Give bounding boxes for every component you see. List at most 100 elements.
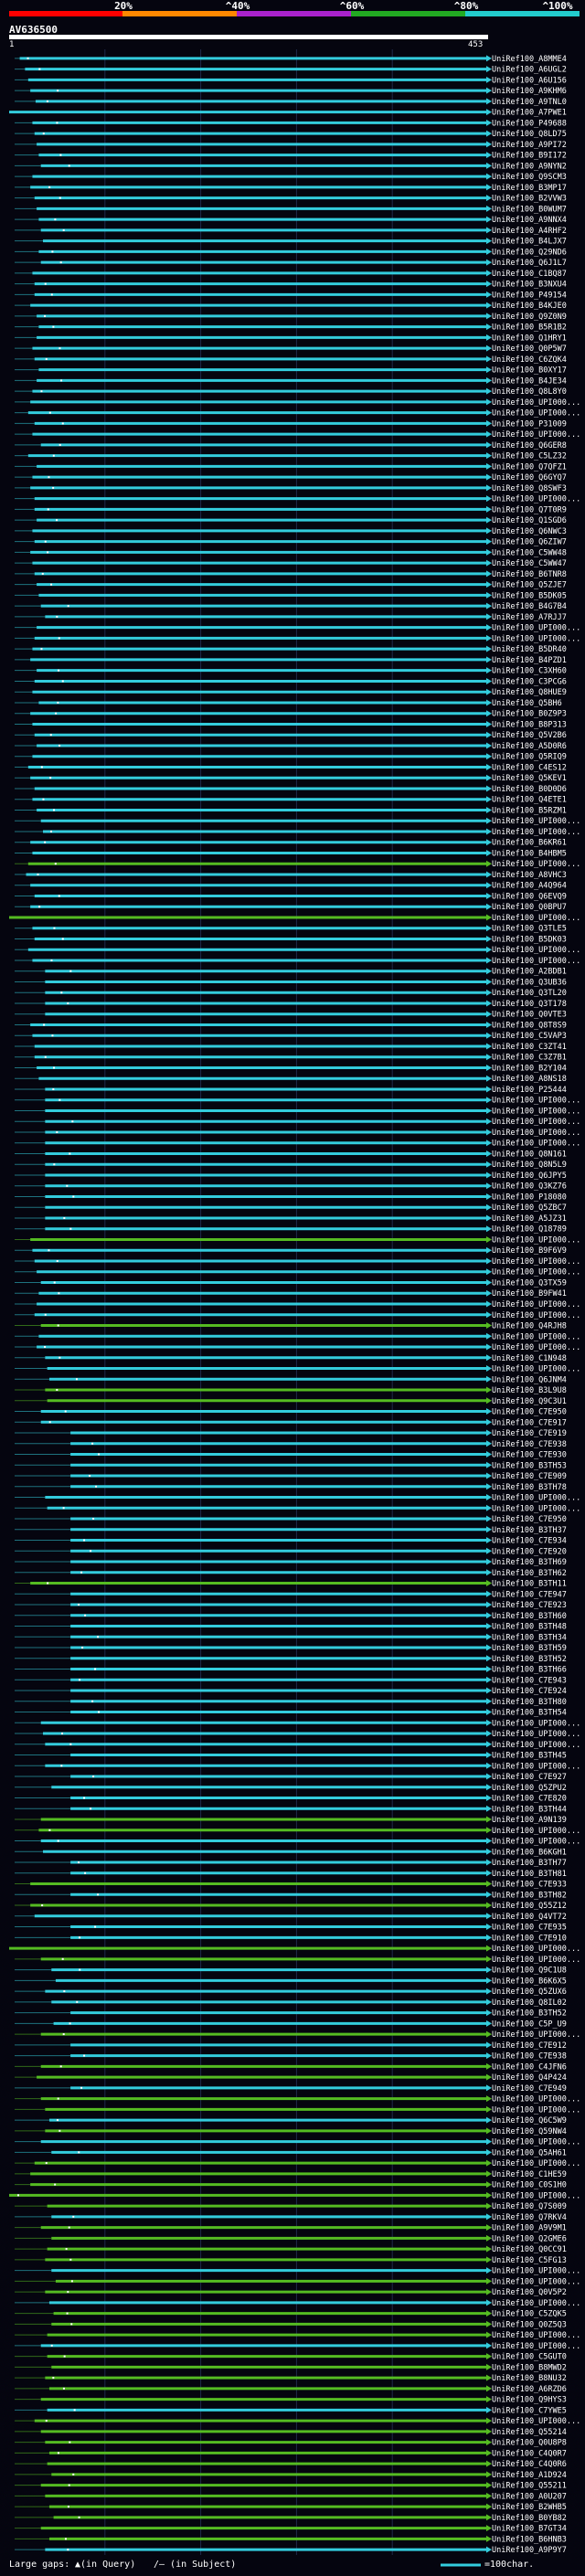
hit-label[interactable]: UniRef100_B3TH62 <box>492 1569 567 1578</box>
hit-label[interactable]: UniRef100_UPI000... <box>492 2299 580 2308</box>
hit-label[interactable]: UniRef100_Q0BPU7 <box>492 903 567 912</box>
hit-label[interactable]: UniRef100_A2BDB1 <box>492 968 567 977</box>
hit-row[interactable]: UniRef100_C4ES12 <box>15 763 567 772</box>
hit-row[interactable]: UniRef100_B6K6X5 <box>15 1977 567 1986</box>
hit-row[interactable]: UniRef100_A9P9Y7 <box>15 2546 567 2555</box>
hit-label[interactable]: UniRef100_UPI000... <box>492 1762 580 1771</box>
hit-label[interactable]: UniRef100_C3Z7B1 <box>492 1054 567 1063</box>
hit-label[interactable]: UniRef100_A1D924 <box>492 2471 567 2480</box>
hit-label[interactable]: UniRef100_UPI000... <box>492 2342 580 2351</box>
hit-row[interactable]: UniRef100_B0Z9P3 <box>15 710 567 719</box>
hit-row[interactable]: UniRef100_UPI000... <box>15 624 580 633</box>
hit-row[interactable]: UniRef100_C5WW48 <box>15 548 567 557</box>
hit-row[interactable]: UniRef100_UPI000... <box>15 1343 580 1352</box>
hit-row[interactable]: UniRef100_A9KHM6 <box>15 87 567 96</box>
hit-row[interactable]: UniRef100_Q6GER8 <box>15 441 567 451</box>
hit-label[interactable]: UniRef100_Q0CC91 <box>492 2245 567 2254</box>
hit-label[interactable]: UniRef100_UPI000... <box>492 1107 580 1116</box>
hit-label[interactable]: UniRef100_B9I172 <box>492 152 567 161</box>
hit-label[interactable]: UniRef100_Q8IL02 <box>492 1998 567 2008</box>
hit-label[interactable]: UniRef100_B3TH66 <box>492 1666 567 1675</box>
hit-label[interactable]: UniRef100_B6TNR8 <box>492 570 567 579</box>
hit-label[interactable]: UniRef100_UPI000... <box>492 860 580 869</box>
hit-row[interactable]: UniRef100_B6HNB3 <box>15 2535 567 2544</box>
hit-label[interactable]: UniRef100_C7E943 <box>492 1676 567 1685</box>
hit-row[interactable]: UniRef100_B9I172 <box>15 152 567 161</box>
hit-row[interactable]: UniRef100_Q7QFZ1 <box>15 462 567 472</box>
hit-row[interactable]: UniRef100_UPI000... <box>15 860 580 869</box>
hit-row[interactable]: UniRef100_Q6GYQ7 <box>15 473 567 482</box>
hit-label[interactable]: UniRef100_C4Q0R6 <box>492 2460 567 2469</box>
hit-label[interactable]: UniRef100_A9V9M1 <box>492 2224 567 2233</box>
hit-label[interactable]: UniRef100_Q29ND6 <box>492 248 567 257</box>
hit-row[interactable]: UniRef100_UPI000... <box>15 2417 580 2426</box>
hit-row[interactable]: UniRef100_UPI000... <box>15 1730 580 1739</box>
hit-label[interactable]: UniRef100_C7E947 <box>492 1590 567 1599</box>
hit-row[interactable]: UniRef100_B3TH11 <box>15 1580 567 1589</box>
hit-label[interactable]: UniRef100_B4JE34 <box>492 376 567 386</box>
hit-label[interactable]: UniRef100_C7E910 <box>492 1934 567 1943</box>
hit-row[interactable]: UniRef100_UPI000... <box>9 1945 580 1954</box>
hit-label[interactable]: UniRef100_B5R1B2 <box>492 323 567 333</box>
hit-row[interactable]: UniRef100_B2VVW3 <box>15 195 567 204</box>
hit-label[interactable]: UniRef100_B3TH77 <box>492 1859 567 1868</box>
hit-label[interactable]: UniRef100_Q3TLE5 <box>492 925 567 934</box>
hit-row[interactable]: UniRef100_UPI000... <box>15 2105 580 2115</box>
hit-label[interactable]: UniRef100_UPI000... <box>492 1504 580 1513</box>
hit-row[interactable]: UniRef100_C3Z7B1 <box>15 1054 567 1063</box>
hit-row[interactable]: UniRef100_C7E917 <box>15 1418 567 1427</box>
hit-row[interactable]: UniRef100_Q8N5L9 <box>15 1161 567 1170</box>
hit-label[interactable]: UniRef100_Q2GME6 <box>492 2234 567 2243</box>
hit-row[interactable]: UniRef100_Q0U8P8 <box>15 2439 567 2448</box>
hit-label[interactable]: UniRef100_C7E919 <box>492 1429 567 1438</box>
hit-label[interactable]: UniRef100_Q5AH61 <box>492 2148 567 2157</box>
hit-label[interactable]: UniRef100_Q55211 <box>492 2482 567 2491</box>
hit-row[interactable]: UniRef100_Q5ZBC7 <box>15 1203 567 1213</box>
hit-label[interactable]: UniRef100_A6UGL2 <box>492 66 567 75</box>
hit-row[interactable]: UniRef100_UPI000... <box>15 1235 580 1245</box>
hit-label[interactable]: UniRef100_B3TH80 <box>492 1698 567 1707</box>
hit-label[interactable]: UniRef100_UPI000... <box>492 1332 580 1341</box>
hit-row[interactable]: UniRef100_C7E924 <box>15 1687 567 1696</box>
hit-label[interactable]: UniRef100_A5JZ31 <box>492 1214 567 1224</box>
hit-label[interactable]: UniRef100_A9NNX4 <box>492 216 567 225</box>
hit-row[interactable]: UniRef100_C7E930 <box>15 1451 567 1460</box>
hit-row[interactable]: UniRef100_C1N948 <box>15 1354 567 1363</box>
hit-label[interactable]: UniRef100_P49154 <box>492 291 567 300</box>
hit-row[interactable]: UniRef100_Q55214 <box>15 2428 567 2437</box>
hit-label[interactable]: UniRef100_A5D0R6 <box>492 742 567 751</box>
hit-row[interactable]: UniRef100_UPI000... <box>15 1129 580 1138</box>
hit-row[interactable]: UniRef100_Q55Z12 <box>15 1902 567 1911</box>
hit-label[interactable]: UniRef100_C7E935 <box>492 1924 567 1933</box>
hit-row[interactable]: UniRef100_B4HBM5 <box>15 849 567 858</box>
hit-row[interactable]: UniRef100_C5GUT0 <box>15 2353 567 2362</box>
hit-row[interactable]: UniRef100_Q5ZPU2 <box>15 1784 567 1793</box>
hit-label[interactable]: UniRef100_B3MP17 <box>492 184 567 193</box>
hit-row[interactable]: UniRef100_UPI000... <box>15 1097 580 1106</box>
hit-row[interactable]: UniRef100_C7E927 <box>15 1773 567 1782</box>
hit-label[interactable]: UniRef100_B4PZD1 <box>492 656 567 665</box>
hit-label[interactable]: UniRef100_B3TH54 <box>492 1709 567 1718</box>
hit-row[interactable]: UniRef100_UPI000... <box>9 914 580 923</box>
hit-row[interactable]: UniRef100_B3TH52 <box>15 2009 567 2019</box>
hit-row[interactable]: UniRef100_A4RHF2 <box>15 227 567 236</box>
hit-row[interactable]: UniRef100_A6RZD6 <box>15 2385 567 2394</box>
hit-row[interactable]: UniRef100_B4G7B4 <box>15 602 567 611</box>
hit-row[interactable]: UniRef100_Q1SGD6 <box>15 516 567 525</box>
hit-row[interactable]: UniRef100_C4Q0R6 <box>15 2460 567 2469</box>
hit-row[interactable]: UniRef100_B3TH59 <box>15 1644 567 1653</box>
hit-label[interactable]: UniRef100_Q6NWC3 <box>492 527 567 536</box>
hit-row[interactable]: UniRef100_B3TH62 <box>15 1569 567 1578</box>
hit-label[interactable]: UniRef100_UPI000... <box>492 2105 580 2115</box>
hit-label[interactable]: UniRef100_Q6JPY5 <box>492 1171 567 1181</box>
hit-label[interactable]: UniRef100_UPI000... <box>492 1300 580 1309</box>
hit-label[interactable]: UniRef100_Q55214 <box>492 2428 567 2437</box>
hit-label[interactable]: UniRef100_Q8T8S9 <box>492 1021 567 1030</box>
hit-row[interactable]: UniRef100_Q8HUE9 <box>15 688 567 697</box>
hit-row[interactable]: UniRef100_UPI000... <box>15 1504 580 1513</box>
hit-row[interactable]: UniRef100_Q6JNM4 <box>15 1375 567 1384</box>
hit-label[interactable]: UniRef100_B2Y104 <box>492 1064 567 1073</box>
hit-row[interactable]: UniRef100_C7E910 <box>15 1934 567 1943</box>
hit-label[interactable]: UniRef100_UPI000... <box>492 2191 580 2200</box>
hit-label[interactable]: UniRef100_C7E933 <box>492 1881 567 1890</box>
